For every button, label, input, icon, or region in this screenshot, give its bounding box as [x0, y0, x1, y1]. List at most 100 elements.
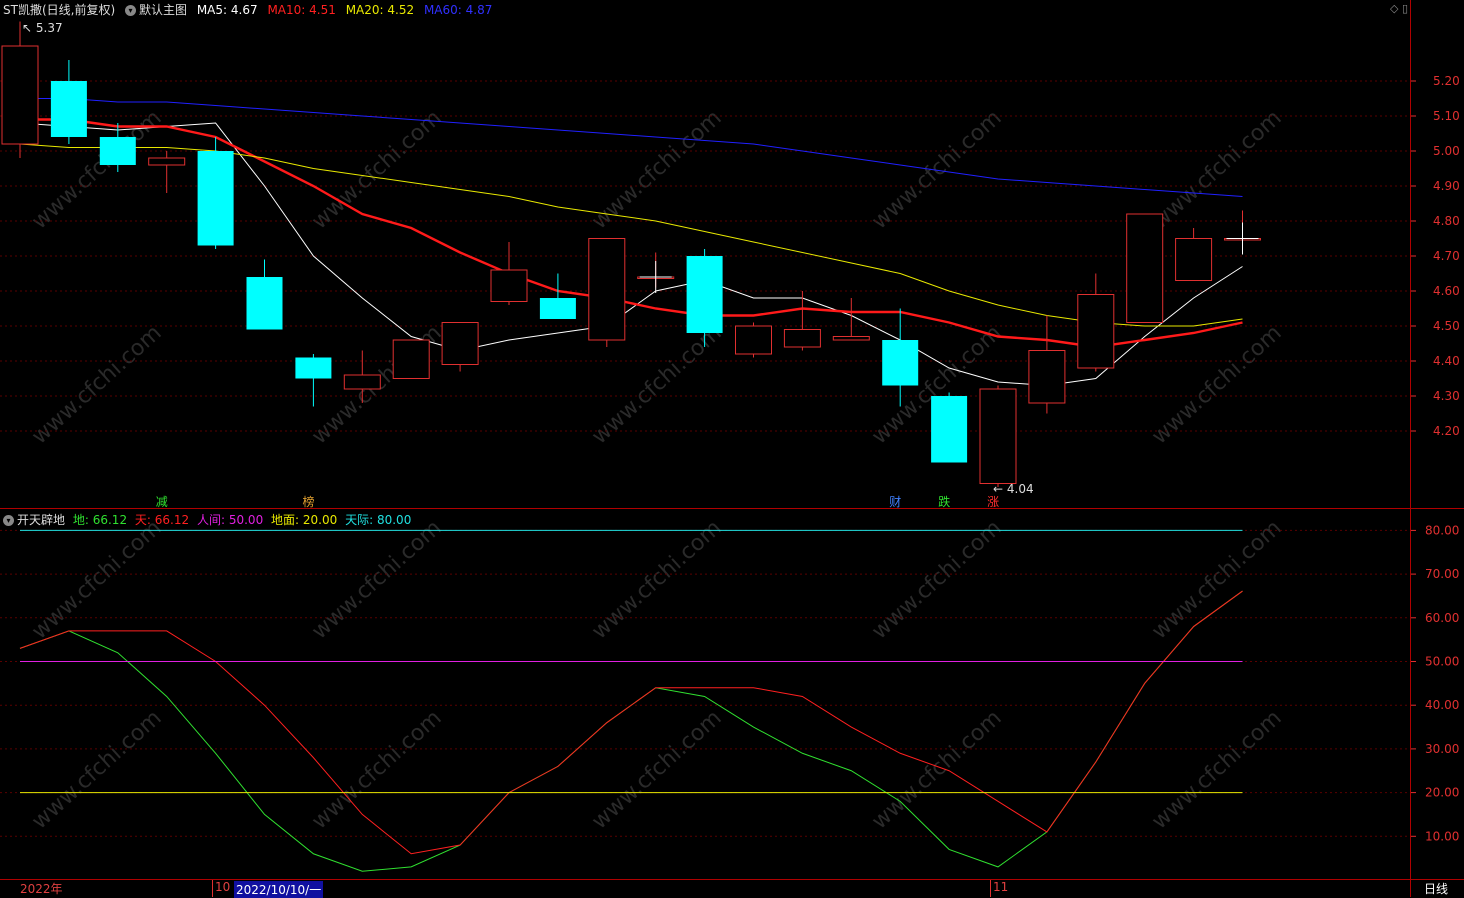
signal-label: 财: [889, 495, 901, 509]
watermark-text: www.cfchi.com: [307, 516, 446, 645]
candle-body: [99, 137, 136, 165]
tian-value: 66.12: [154, 513, 190, 527]
period-label[interactable]: 日线: [1424, 880, 1448, 897]
candle-body: [832, 336, 870, 341]
high-price-label: ↖ 5.37: [22, 21, 63, 35]
indicator-name[interactable]: 默认主图: [139, 3, 187, 17]
dimian-label: 地面:: [271, 513, 300, 527]
candle-body: [882, 340, 919, 386]
month-nov-label: 11: [993, 880, 1009, 894]
watermark-text: www.cfchi.com: [1147, 516, 1286, 645]
y-tick-label: 5.00: [1433, 144, 1460, 158]
tian-label: 天:: [134, 513, 151, 527]
year-label: 2022年: [20, 882, 63, 896]
y-tick-label: 4.30: [1433, 389, 1460, 403]
candle-body: [148, 157, 186, 166]
panel-separator[interactable]: [0, 508, 1464, 509]
candle-body: [735, 325, 772, 355]
y-tick-label: 5.20: [1433, 74, 1460, 88]
cursor-date: 2022/10/10/一: [234, 881, 324, 898]
candle-body: [931, 396, 968, 463]
y-tick-label: 80.00: [1425, 523, 1459, 537]
candle-body: [392, 339, 430, 379]
di-value: 66.12: [92, 513, 128, 527]
stock-name[interactable]: ST凯撒(日线,前复权): [3, 3, 115, 17]
signal-label: 涨: [987, 494, 999, 509]
dimian-value: 20.00: [302, 513, 338, 527]
main-header: ST凯撒(日线,前复权) ▾ 默认主图 MA5: 4.67 MA10: 4.51 …: [3, 1, 492, 18]
candle-body: [979, 388, 1017, 484]
candle-body: [343, 374, 381, 390]
ma5-label: MA5:: [196, 3, 228, 17]
signal-label: 榜: [303, 494, 315, 509]
month-divider: [990, 880, 991, 897]
candle-body: [686, 256, 723, 333]
y-tick-label: 4.90: [1433, 179, 1460, 193]
watermark-text: www.cfchi.com: [27, 516, 166, 645]
renjian-value: 50.00: [228, 513, 264, 527]
square-icon[interactable]: ▯: [1402, 2, 1408, 15]
renjian-label: 人间:: [196, 513, 226, 527]
y-tick-label: 50.00: [1425, 655, 1459, 669]
ma20-label: MA20:: [345, 3, 384, 17]
indicator-lines: [19, 529, 1243, 872]
watermark-text: www.cfchi.com: [867, 706, 1006, 835]
watermark-text: www.cfchi.com: [1147, 321, 1286, 450]
di-line: [19, 590, 1243, 872]
watermark-text: www.cfchi.com: [307, 106, 446, 235]
panel-controls: ◇ ▯: [1390, 2, 1408, 15]
signal-label: 跌: [938, 494, 950, 509]
price-axis-separator: [1410, 0, 1411, 897]
watermark-text: www.cfchi.com: [27, 321, 166, 450]
chevron-down-icon[interactable]: ▾: [3, 515, 14, 526]
candle-body: [1077, 294, 1115, 369]
diamond-icon[interactable]: ◇: [1390, 2, 1398, 15]
y-tick-label: 4.70: [1433, 249, 1460, 263]
ma60-label: MA60:: [423, 3, 462, 17]
candle-body: [246, 277, 283, 330]
cursor-crosshair: [639, 222, 1259, 293]
candle-body: [197, 151, 234, 246]
ma20-value: 4.52: [387, 3, 415, 17]
y-tick-label: 10.00: [1425, 829, 1459, 843]
y-tick-label: 4.50: [1433, 319, 1460, 333]
main-y-axis: 5.20 5.10 5.00 4.90 4.80 4.70 4.60 4.50 4.40 4.30…: [1410, 74, 1460, 438]
candle-body: [1175, 238, 1213, 281]
candle-body: [50, 81, 87, 137]
candle-body: [1126, 213, 1164, 323]
sub-header: ▾ 开天辟地 地: 66.12 天: 66.12 人间: 50.00 地面: 20…: [3, 511, 411, 528]
month-oct-label: 10: [215, 880, 231, 894]
y-tick-label: 20.00: [1425, 786, 1459, 800]
di-label: 地:: [72, 513, 89, 527]
tian-line: [19, 590, 1243, 855]
y-tick-label: 4.20: [1433, 424, 1460, 438]
chart-canvas[interactable]: www.cfchi.com www.cfchi.com www.cfchi.com w…: [0, 0, 1464, 897]
sub-indicator-name[interactable]: 开天辟地: [17, 513, 65, 527]
candle-body: [783, 329, 821, 348]
ma10-value: 4.51: [309, 3, 336, 17]
y-tick-label: 60.00: [1425, 611, 1459, 625]
watermark-text: www.cfchi.com: [1147, 106, 1286, 235]
candle-body: [1, 45, 39, 145]
ma10-label: MA10:: [267, 3, 306, 17]
watermark-text: www.cfchi.com: [27, 706, 166, 835]
y-tick-label: 4.60: [1433, 284, 1460, 298]
tianji-label: 天际:: [345, 513, 374, 527]
tianji-value: 80.00: [376, 513, 412, 527]
candle-body: [1028, 350, 1066, 404]
ma60-value: 4.87: [465, 3, 493, 17]
y-tick-label: 4.40: [1433, 354, 1460, 368]
y-tick-label: 70.00: [1425, 567, 1459, 581]
watermark-text: www.cfchi.com: [587, 106, 726, 235]
chevron-down-icon[interactable]: ▾: [124, 5, 136, 16]
candle-body: [588, 238, 626, 341]
low-price-label: ← 4.04: [993, 482, 1034, 496]
y-tick-label: 5.10: [1433, 109, 1460, 123]
month-divider: [212, 880, 213, 897]
watermark-text: www.cfchi.com: [1147, 706, 1286, 835]
ma5-value: 4.67: [230, 3, 258, 17]
y-tick-label: 30.00: [1425, 742, 1459, 756]
y-tick-label: 40.00: [1425, 698, 1459, 712]
candle-body: [295, 357, 332, 379]
candle-body: [441, 322, 479, 365]
